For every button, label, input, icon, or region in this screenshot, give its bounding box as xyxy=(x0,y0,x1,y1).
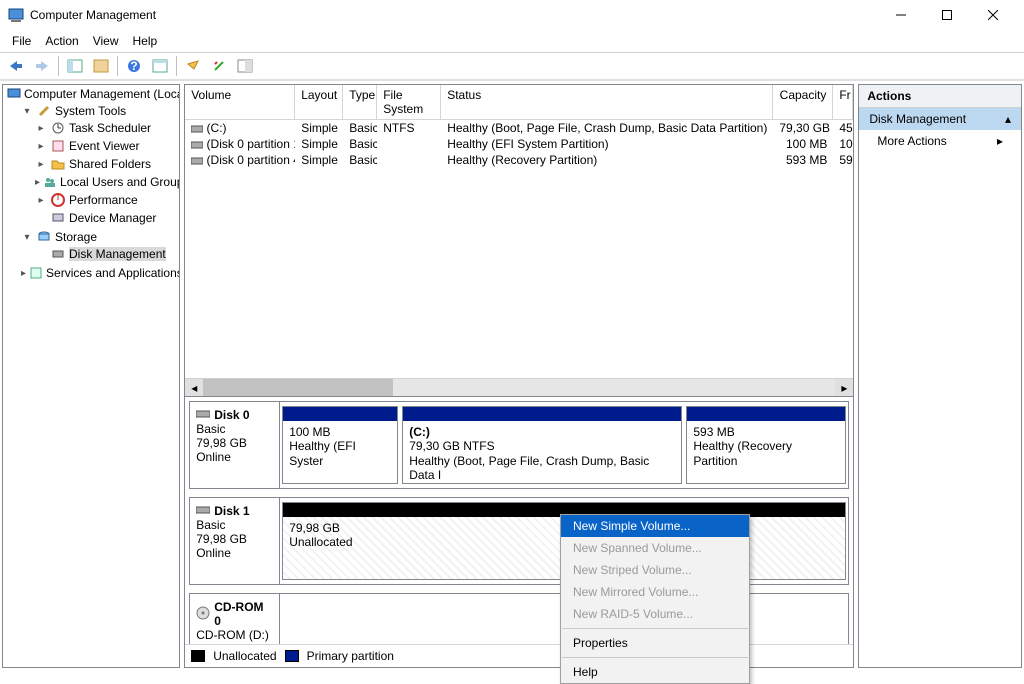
minimize-button[interactable] xyxy=(878,0,924,30)
users-icon xyxy=(43,174,57,190)
drive-icon xyxy=(196,504,210,518)
tree-performance[interactable]: ▸Performance xyxy=(33,192,179,208)
actions-header: Actions xyxy=(859,85,1021,108)
col-volume[interactable]: Volume xyxy=(185,85,295,119)
navigation-tree: Computer Management (Local) ▾System Tool… xyxy=(2,84,180,668)
refresh-button[interactable] xyxy=(181,54,205,78)
settings-button[interactable] xyxy=(148,54,172,78)
disk-icon xyxy=(50,246,66,262)
drive-icon xyxy=(196,408,210,422)
show-hide-list-button[interactable] xyxy=(89,54,113,78)
expand-icon[interactable]: ▸ xyxy=(35,195,47,206)
tree-services[interactable]: ▸Services and Applications xyxy=(19,265,179,281)
app-icon xyxy=(8,7,24,23)
back-button[interactable] xyxy=(4,54,28,78)
services-icon xyxy=(29,265,43,281)
col-layout[interactable]: Layout xyxy=(295,85,343,119)
context-menu: New Simple Volume... New Spanned Volume.… xyxy=(560,514,750,684)
tree-system-tools[interactable]: ▾System Tools xyxy=(19,103,179,119)
cdrom-icon xyxy=(196,606,210,623)
disk0-partition-2[interactable]: (C:)79,30 GB NTFSHealthy (Boot, Page Fil… xyxy=(402,406,682,484)
actions-disk-management[interactable]: Disk Management▴ xyxy=(859,108,1021,130)
col-free[interactable]: Fr xyxy=(833,85,853,119)
actions-pane: Actions Disk Management▴ More Actions▸ xyxy=(858,84,1022,668)
tree-task-scheduler[interactable]: ▸Task Scheduler xyxy=(33,120,179,136)
expand-icon[interactable]: ▸ xyxy=(21,268,26,279)
volume-row[interactable]: (Disk 0 partition 4)SimpleBasicHealthy (… xyxy=(185,152,853,168)
computer-icon xyxy=(7,86,21,102)
expand-icon[interactable]: ▸ xyxy=(35,159,47,170)
title-bar: Computer Management xyxy=(0,0,1024,30)
menu-bar: File Action View Help xyxy=(0,30,1024,52)
disk0-partition-3[interactable]: 593 MBHealthy (Recovery Partition xyxy=(686,406,846,484)
close-button[interactable] xyxy=(970,0,1016,30)
ctx-new-raid5-volume: New RAID-5 Volume... xyxy=(561,603,749,625)
svg-text:?: ? xyxy=(130,59,137,73)
ctx-properties[interactable]: Properties xyxy=(561,632,749,654)
col-type[interactable]: Type xyxy=(343,85,377,119)
clock-icon xyxy=(50,120,66,136)
help-button[interactable]: ? xyxy=(122,54,146,78)
main-content: Volume Layout Type File System Status Ca… xyxy=(184,84,854,668)
tree-shared-folders[interactable]: ▸Shared Folders xyxy=(33,156,179,172)
triangle-up-icon: ▴ xyxy=(1005,112,1011,126)
tree-event-viewer[interactable]: ▸Event Viewer xyxy=(33,138,179,154)
col-filesystem[interactable]: File System xyxy=(377,85,441,119)
tools-icon xyxy=(36,103,52,119)
menu-view[interactable]: View xyxy=(93,34,119,48)
storage-icon xyxy=(36,229,52,245)
ctx-new-mirrored-volume: New Mirrored Volume... xyxy=(561,581,749,603)
disk-1-row[interactable]: Disk 1 Basic 79,98 GB Online 79,98 GBUna… xyxy=(189,497,849,585)
show-hide-tree-button[interactable] xyxy=(63,54,87,78)
expand-icon[interactable]: ▸ xyxy=(35,177,40,188)
expand-icon[interactable]: ▸ xyxy=(35,123,47,134)
device-icon xyxy=(50,210,66,226)
ctx-new-spanned-volume: New Spanned Volume... xyxy=(561,537,749,559)
legend: Unallocated Primary partition xyxy=(185,644,853,667)
col-capacity[interactable]: Capacity xyxy=(773,85,833,119)
actions-more[interactable]: More Actions▸ xyxy=(859,130,1021,152)
triangle-right-icon: ▸ xyxy=(997,134,1003,148)
cdrom-row[interactable]: CD-ROM 0 CD-ROM (D:) No Media xyxy=(189,593,849,644)
ctx-new-simple-volume[interactable]: New Simple Volume... xyxy=(561,515,749,537)
menu-action[interactable]: Action xyxy=(45,34,78,48)
col-status[interactable]: Status xyxy=(441,85,773,119)
tree-local-users[interactable]: ▸Local Users and Groups xyxy=(33,174,179,190)
volume-row[interactable]: (Disk 0 partition 1)SimpleBasicHealthy (… xyxy=(185,136,853,152)
forward-button[interactable] xyxy=(30,54,54,78)
menu-file[interactable]: File xyxy=(12,34,31,48)
expand-icon[interactable]: ▸ xyxy=(35,141,47,152)
properties-button[interactable] xyxy=(207,54,231,78)
volume-header[interactable]: Volume Layout Type File System Status Ca… xyxy=(185,85,853,120)
performance-icon xyxy=(50,192,66,208)
window-title: Computer Management xyxy=(30,8,878,22)
maximize-button[interactable] xyxy=(924,0,970,30)
tree-root[interactable]: Computer Management (Local) xyxy=(5,86,179,102)
collapse-icon[interactable]: ▾ xyxy=(21,232,33,243)
ctx-new-striped-volume: New Striped Volume... xyxy=(561,559,749,581)
disk0-partition-1[interactable]: 100 MBHealthy (EFI Syster xyxy=(282,406,398,484)
menu-help[interactable]: Help xyxy=(133,34,158,48)
extra-button[interactable] xyxy=(233,54,257,78)
volume-row[interactable]: (C:)SimpleBasicNTFSHealthy (Boot, Page F… xyxy=(185,120,853,136)
tree-storage[interactable]: ▾Storage xyxy=(19,229,179,245)
toolbar: ? xyxy=(0,53,1024,81)
event-icon xyxy=(50,138,66,154)
horizontal-scrollbar[interactable]: ◂▸ xyxy=(185,378,853,396)
tree-device-manager[interactable]: Device Manager xyxy=(33,210,179,226)
tree-disk-management[interactable]: Disk Management xyxy=(33,246,179,262)
collapse-icon[interactable]: ▾ xyxy=(21,106,33,117)
volume-list: Volume Layout Type File System Status Ca… xyxy=(185,85,853,397)
disk-0-row[interactable]: Disk 0 Basic 79,98 GB Online 100 MBHealt… xyxy=(189,401,849,489)
ctx-help[interactable]: Help xyxy=(561,661,749,683)
folder-icon xyxy=(50,156,66,172)
